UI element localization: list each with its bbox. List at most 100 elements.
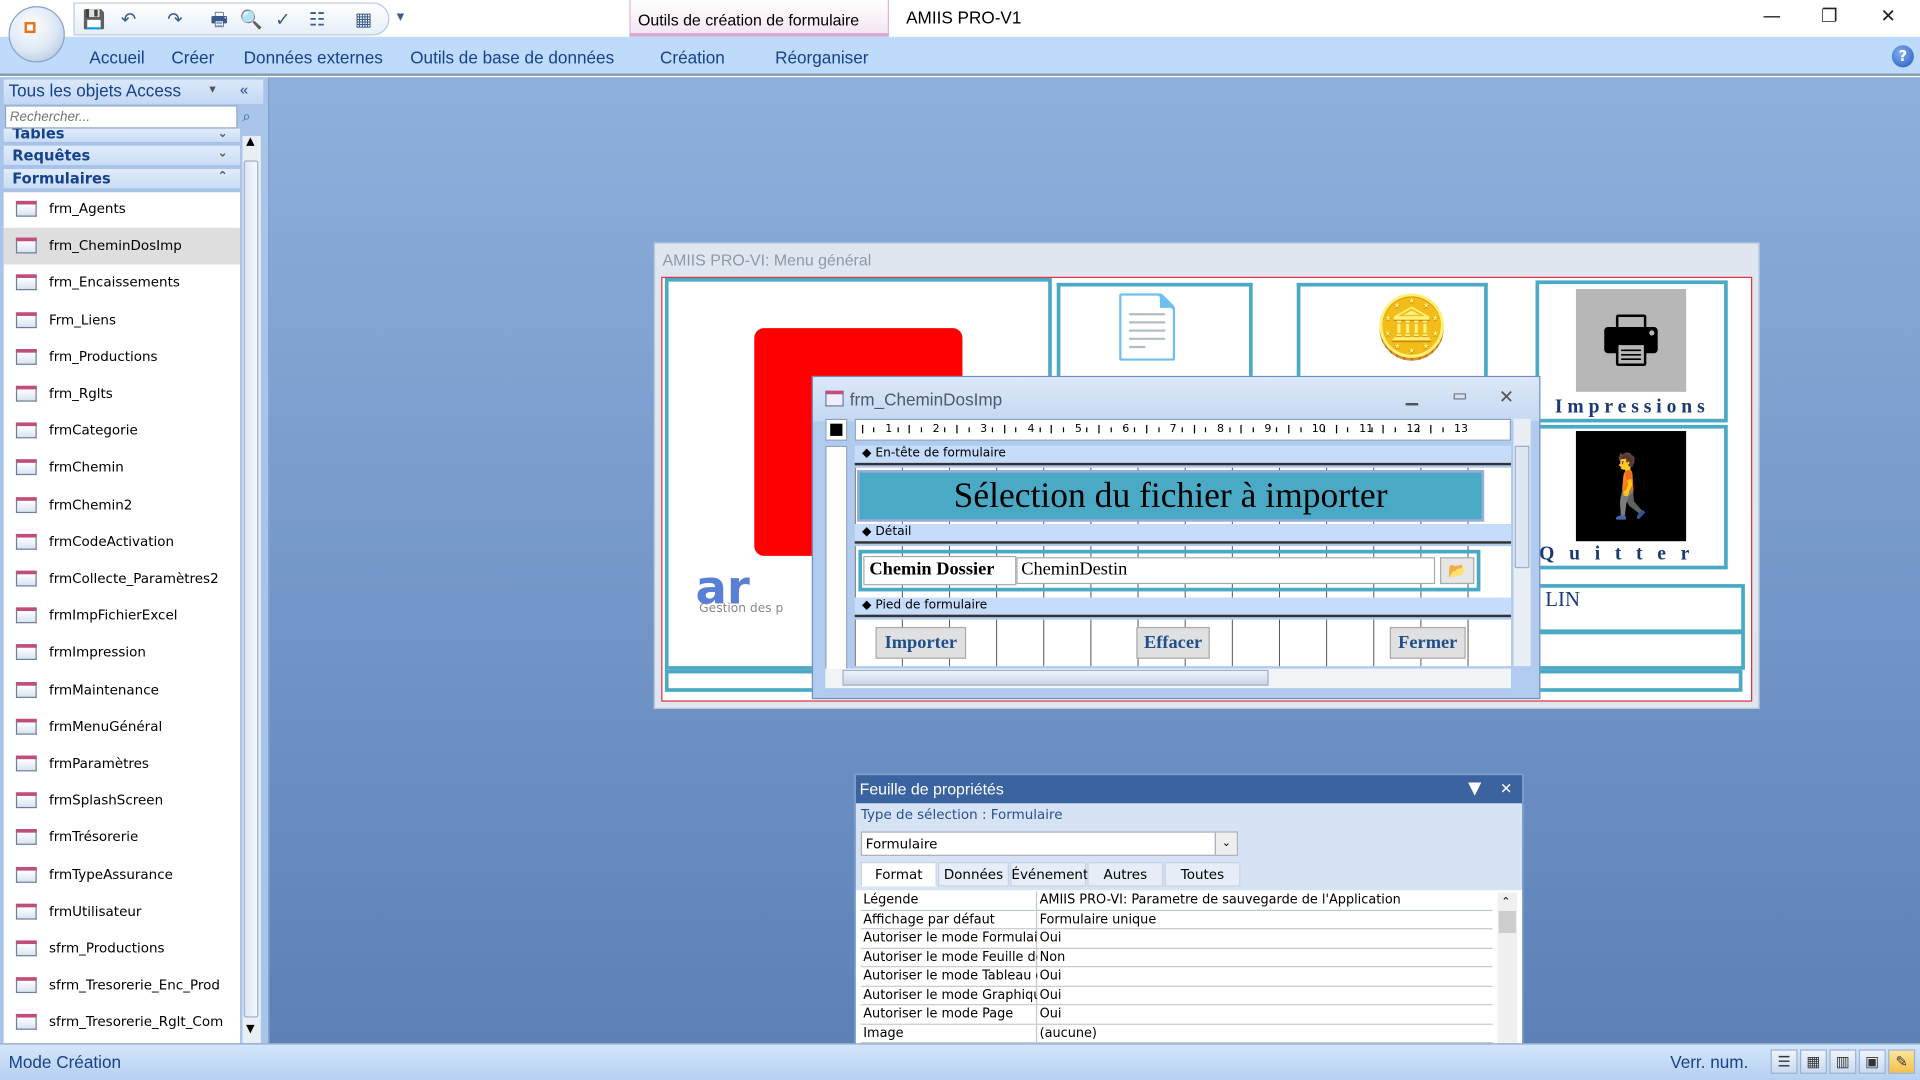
- property-row[interactable]: Autoriser le mode Formulaire Oui: [860, 929, 1493, 949]
- customize-toolbar-icon[interactable]: ▾: [397, 7, 404, 24]
- tab-autres[interactable]: Autres: [1087, 862, 1164, 887]
- scroll-thumb[interactable]: [1498, 911, 1516, 934]
- impressions-button[interactable]: 🖶 Impressions: [1535, 280, 1728, 423]
- property-value[interactable]: AMIIS PRO-VI: Parametre de sauvegarde de…: [1040, 893, 1401, 908]
- nav-item[interactable]: frmChemin2: [4, 487, 240, 524]
- chevron-down-icon[interactable]: ⌄: [1214, 832, 1237, 855]
- tab-toutes[interactable]: Toutes: [1164, 862, 1241, 887]
- layout-view-icon[interactable]: ▣: [1858, 1049, 1886, 1074]
- nav-item[interactable]: sfrm_Tresorerie_Enc_Prod: [4, 968, 240, 1005]
- datasheet-view-icon[interactable]: ▦: [1800, 1049, 1827, 1074]
- tab-outils-base[interactable]: Outils de base de données: [410, 48, 614, 68]
- property-row[interactable]: Légende AMIIS PRO-VI: Parametre de sauveg…: [860, 891, 1493, 911]
- property-row[interactable]: Autoriser le mode Graphique Oui: [860, 986, 1493, 1006]
- nav-item[interactable]: frmImpression: [4, 635, 240, 672]
- nav-item[interactable]: frm_CheminDosImp: [3, 227, 241, 265]
- nav-item[interactable]: frmChemin: [4, 450, 240, 487]
- print-icon[interactable]: 🖶: [207, 7, 231, 31]
- office-button[interactable]: [8, 6, 65, 63]
- view-icon[interactable]: ☷: [305, 7, 329, 31]
- design-view-icon[interactable]: ✎: [1888, 1049, 1916, 1074]
- scroll-up-icon[interactable]: ⌃: [1498, 896, 1510, 908]
- property-value[interactable]: Formulaire unique: [1040, 912, 1157, 927]
- section-detail-bar[interactable]: ◆ Détail: [854, 524, 1512, 544]
- nav-item[interactable]: frm_Rglts: [4, 376, 240, 413]
- nav-scrollbar[interactable]: ▲ ▼: [242, 135, 261, 1044]
- nav-item[interactable]: sfrm_Tresorerie_Rglt_Com: [4, 1005, 240, 1042]
- layout-icon[interactable]: ▦: [351, 7, 375, 31]
- search-icon[interactable]: ⌕: [242, 108, 250, 126]
- undo-icon[interactable]: ↶: [116, 7, 140, 31]
- property-row[interactable]: Image (aucune): [860, 1024, 1493, 1044]
- fermer-button[interactable]: Fermer: [1389, 626, 1466, 659]
- property-value[interactable]: Non: [1040, 950, 1066, 965]
- scroll-down-icon[interactable]: ▼: [246, 1024, 254, 1036]
- scroll-thumb[interactable]: [1514, 445, 1530, 569]
- coins-button[interactable]: 🪙: [1296, 282, 1488, 379]
- nav-item[interactable]: frm_Productions: [4, 339, 240, 376]
- restore-button[interactable]: ❐: [1811, 5, 1848, 32]
- group-formulaires[interactable]: Formulaires ⌃: [3, 168, 241, 190]
- nav-item[interactable]: frmImpFichierExcel: [4, 598, 240, 635]
- paper-stack-button[interactable]: 📄: [1056, 282, 1253, 379]
- dropdown-icon[interactable]: ▾: [209, 83, 215, 96]
- tab-creer[interactable]: Créer: [171, 48, 214, 68]
- browse-folder-button[interactable]: 📂: [1440, 557, 1475, 585]
- minimize-button[interactable]: —: [1753, 5, 1790, 32]
- property-value[interactable]: Oui: [1040, 988, 1062, 1003]
- quitter-button[interactable]: 🚶 Quitter: [1535, 424, 1728, 570]
- nav-item[interactable]: frmCategorie: [4, 413, 240, 450]
- nav-item[interactable]: frmCodeActivation: [4, 524, 240, 561]
- nav-item[interactable]: frmCollecte_Paramètres2: [4, 561, 240, 598]
- pivot-table-icon[interactable]: ▥: [1829, 1049, 1857, 1074]
- nav-item[interactable]: frmMenuGénéral: [4, 709, 240, 746]
- form-view-icon[interactable]: ☰: [1770, 1049, 1798, 1074]
- section-footer-bar[interactable]: ◆ Pied de formulaire: [854, 597, 1512, 618]
- design-vscrollbar[interactable]: [1513, 418, 1531, 667]
- nav-item[interactable]: frmTypeAssurance: [4, 857, 240, 894]
- chemin-destin-field[interactable]: CheminDestin: [1016, 557, 1436, 585]
- close-property-sheet[interactable]: ✕: [1500, 780, 1512, 797]
- nav-item[interactable]: frmUtilisateur: [4, 894, 240, 931]
- tab-creation[interactable]: Création: [660, 48, 725, 68]
- design-close-button[interactable]: ✕: [1499, 386, 1514, 408]
- tab-evenement[interactable]: Événement: [1010, 862, 1088, 887]
- print-preview-icon[interactable]: 🔍: [239, 7, 263, 31]
- nav-item[interactable]: Frm_Liens: [4, 302, 240, 339]
- property-row[interactable]: Autoriser le mode Page Oui: [860, 1005, 1493, 1025]
- tab-donnees[interactable]: Données: [937, 862, 1009, 887]
- select-form-box[interactable]: [825, 418, 848, 441]
- nav-item[interactable]: frmTrésorerie: [4, 820, 240, 857]
- property-row[interactable]: Autoriser le mode Feuille de d Non: [860, 948, 1493, 968]
- redo-icon[interactable]: ↷: [163, 7, 187, 31]
- tab-format[interactable]: Format: [860, 862, 937, 887]
- scroll-thumb[interactable]: [243, 160, 259, 1018]
- property-value[interactable]: Oui: [1040, 969, 1062, 984]
- property-row[interactable]: Affichage par défaut Formulaire unique: [860, 910, 1493, 930]
- collapse-pane-icon[interactable]: «: [240, 81, 248, 98]
- nav-item[interactable]: frmParamètres: [4, 746, 240, 783]
- effacer-button[interactable]: Effacer: [1136, 626, 1210, 659]
- nav-item[interactable]: frmMaintenance: [4, 672, 240, 709]
- property-value[interactable]: Oui: [1040, 1007, 1062, 1022]
- scroll-thumb[interactable]: [842, 669, 1269, 686]
- group-tables[interactable]: Tables ⌄: [3, 128, 241, 144]
- tab-donnees-externes[interactable]: Données externes: [244, 48, 383, 68]
- collapse-arrow-icon[interactable]: ▼: [1468, 779, 1481, 799]
- help-icon[interactable]: ?: [1891, 45, 1914, 68]
- property-value[interactable]: (aucune): [1040, 1026, 1097, 1041]
- heading-label[interactable]: Sélection du fichier à importer: [857, 470, 1485, 522]
- property-sheet-header[interactable]: Feuille de propriétés: [855, 775, 1523, 804]
- nav-item[interactable]: frmSplashScreen: [4, 783, 240, 820]
- object-select[interactable]: Formulaire ⌄: [860, 831, 1238, 856]
- scroll-up-icon[interactable]: ▲: [246, 136, 254, 148]
- save-icon[interactable]: 💾: [82, 7, 106, 31]
- nav-item[interactable]: frm_Encaissements: [4, 265, 240, 302]
- property-value[interactable]: Oui: [1040, 931, 1062, 946]
- design-maximize-button[interactable]: ▭: [1452, 387, 1467, 405]
- section-header-bar[interactable]: ◆ En-tête de formulaire: [854, 445, 1512, 466]
- property-row[interactable]: Autoriser le mode Tableau cro Oui: [860, 967, 1493, 987]
- group-requetes[interactable]: Requêtes ⌄: [3, 145, 241, 167]
- tab-reorganiser[interactable]: Réorganiser: [775, 48, 868, 68]
- spelling-icon[interactable]: ✓: [271, 7, 295, 31]
